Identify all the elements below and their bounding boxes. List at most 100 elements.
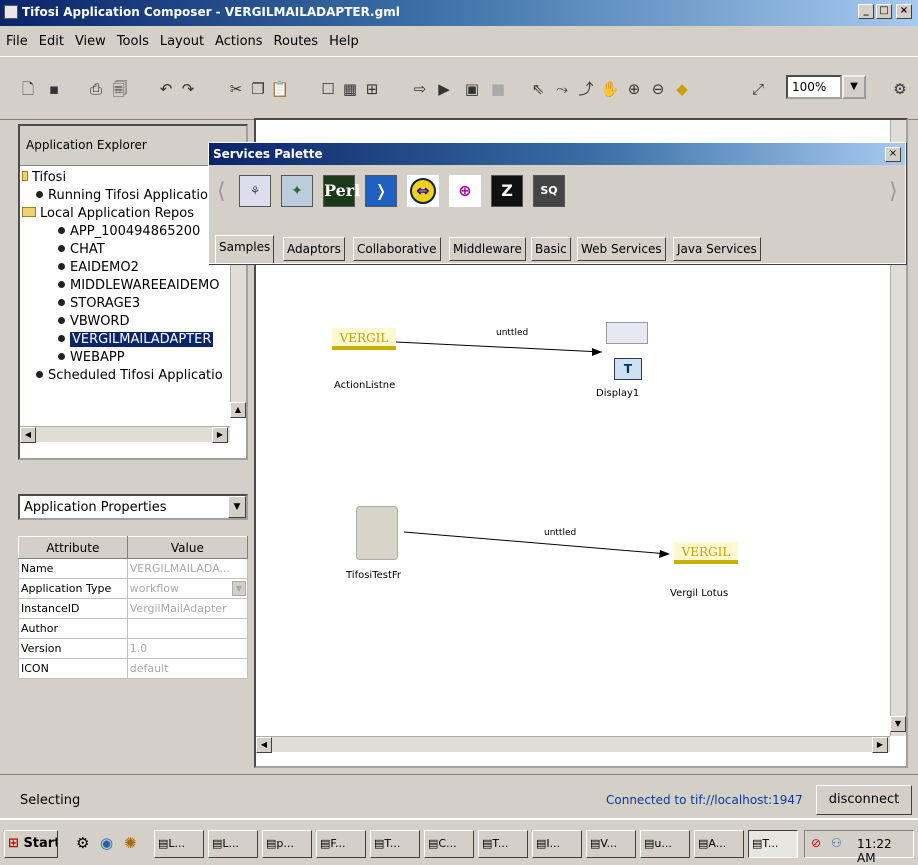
disconnect-button[interactable]: disconnect [816,785,912,815]
crosshair-icon[interactable]: ⊕ [449,175,481,207]
scroll-up-icon[interactable]: ▲ [230,402,246,418]
yellow-circle-icon[interactable]: ⇔ [407,175,439,207]
route-icon[interactable]: ⤴ [576,79,596,99]
tab-basic[interactable]: Basic [531,237,571,261]
palette-scroll-left-icon[interactable]: ⟨ [217,179,226,204]
task-button[interactable]: ▤T... [370,830,420,858]
step-icon[interactable]: ⇨ [410,79,430,99]
task-button[interactable]: ▤L... [154,830,204,858]
minimize-button[interactable]: _ [858,4,874,19]
browser-icon[interactable]: ◉ [100,834,113,852]
tree-app-5[interactable]: VBWORD [58,314,129,329]
task-button[interactable]: ▤V... [586,830,636,858]
pointer-icon[interactable]: ⇖ [528,79,548,99]
zoom-dropdown-icon[interactable]: ▼ [842,75,866,99]
zoom-out-icon[interactable]: ⊖ [648,79,668,99]
edge-line[interactable] [403,531,669,555]
tree-app-4[interactable]: STORAGE3 [58,296,140,311]
menu-help[interactable]: Help [323,26,364,49]
task-button[interactable]: ▤p... [262,830,312,858]
chevron-down-icon[interactable]: ▼ [228,496,246,518]
tree-app-2[interactable]: EAIDEMO2 [58,260,139,275]
tree-app-6-selected[interactable]: VERGILMAILADAPTER [58,332,214,347]
perl-icon[interactable]: Perl [323,175,360,207]
tester-node-icon[interactable] [356,506,398,560]
paste-icon[interactable]: 📋 [270,79,290,99]
square-icon[interactable]: ☐ [318,79,338,99]
display-node-icon[interactable] [606,322,648,344]
copy-icon[interactable]: ❐ [248,79,268,99]
menu-layout[interactable]: Layout [154,26,209,49]
network-icon[interactable]: ⚇ [831,836,842,850]
table-row[interactable]: InstanceID VergilMailAdapter [18,598,249,619]
samples-icon[interactable]: ⚘ [239,175,271,207]
menu-routes[interactable]: Routes [268,26,324,49]
adaptor-icon[interactable]: ✦ [281,175,313,207]
explorer-horizontal-scrollbar[interactable]: ◀ ▶ [20,426,230,443]
scroll-right-icon[interactable]: ▶ [212,427,228,443]
task-button[interactable]: ▤T... [478,830,528,858]
canvas-horizontal-scrollbar[interactable]: ◀ ▶ [256,736,890,753]
menu-view[interactable]: View [69,26,111,49]
tree-app-7[interactable]: WEBAPP [58,350,125,365]
vergil-logo-node[interactable]: VERGIL [674,542,738,564]
scroll-left-icon[interactable]: ◀ [20,427,36,443]
undo-icon[interactable]: ↶ [156,79,176,99]
display-icon[interactable]: T [614,358,642,380]
task-button[interactable]: ▤A... [694,830,744,858]
menu-file[interactable]: File [0,26,33,49]
menu-edit[interactable]: Edit [33,26,69,49]
task-button[interactable]: ▤u... [640,830,690,858]
grid-icon[interactable]: ▦ [340,79,360,99]
zoom-input[interactable]: 100% [786,75,842,99]
maximize-button[interactable]: □ [876,4,892,19]
settings-icon[interactable]: ⚙ [890,79,910,99]
edge-line[interactable] [395,341,603,353]
app-quicklaunch-icon[interactable]: ✺ [124,834,137,852]
quicklaunch-icon[interactable]: ⚙ [76,834,89,852]
save-icon[interactable]: ▪ [44,79,64,99]
tree-root[interactable]: Tifosi [22,170,66,185]
table-row[interactable]: ICON default [18,658,249,679]
tab-collaborative[interactable]: Collaborative [353,237,441,261]
task-button[interactable]: ▤C... [424,830,474,858]
tree-app-0[interactable]: APP_100494865200 [58,224,200,239]
print-icon[interactable]: ⎙ [86,79,106,99]
task-button-active[interactable]: ▤T... [748,830,798,858]
scroll-down-icon[interactable]: ▼ [890,716,906,732]
arrange-icon[interactable]: ◆ [672,79,692,99]
close-icon[interactable]: × [885,147,901,162]
scroll-left-icon[interactable]: ◀ [256,737,272,753]
sq-icon[interactable]: SQ [533,175,565,207]
run-icon[interactable]: ▶ [434,79,454,99]
fit-window-icon[interactable]: ⤢ [748,79,768,99]
task-button[interactable]: ▤L... [208,830,258,858]
connect-icon[interactable]: ⤳ [552,79,572,99]
redo-icon[interactable]: ↷ [178,79,198,99]
tree-local-repository[interactable]: Local Application Repos [22,206,194,221]
properties-selector[interactable]: Application Properties ▼ [18,494,248,520]
table-row[interactable]: Author [18,618,249,639]
table-row[interactable]: Name VERGILMAILADA... [18,558,249,579]
stop-icon[interactable]: ■ [488,79,508,99]
tree-app-3[interactable]: MIDDLEWAREEAIDEMO [58,278,219,293]
task-button[interactable]: ▤I... [532,830,582,858]
new-file-icon[interactable]: 🗋 [18,79,38,99]
menu-tools[interactable]: Tools [111,26,154,49]
tree-app-1[interactable]: CHAT [58,242,105,257]
tree-running[interactable]: Running Tifosi Applicatio [36,188,208,203]
tab-adaptors[interactable]: Adaptors [283,237,345,261]
table-row[interactable]: Version 1.0 [18,638,249,659]
tree-scheduled[interactable]: Scheduled Tifosi Applicatio [36,368,223,383]
menu-actions[interactable]: Actions [209,26,268,49]
vergil-logo-node[interactable]: VERGIL [332,328,396,350]
tray-icon[interactable]: ⊘ [811,836,821,850]
debug-icon[interactable]: ▣ [462,79,482,99]
cut-icon[interactable]: ✂ [226,79,246,99]
start-button[interactable]: ⊞ Start [4,830,58,858]
table-row[interactable]: Application Type workflow ▼ [18,578,249,599]
tab-samples[interactable]: Samples [215,235,275,263]
scroll-right-icon[interactable]: ▶ [872,737,888,753]
hand-icon[interactable]: ✋ [600,79,620,99]
close-button[interactable]: × [896,4,912,19]
